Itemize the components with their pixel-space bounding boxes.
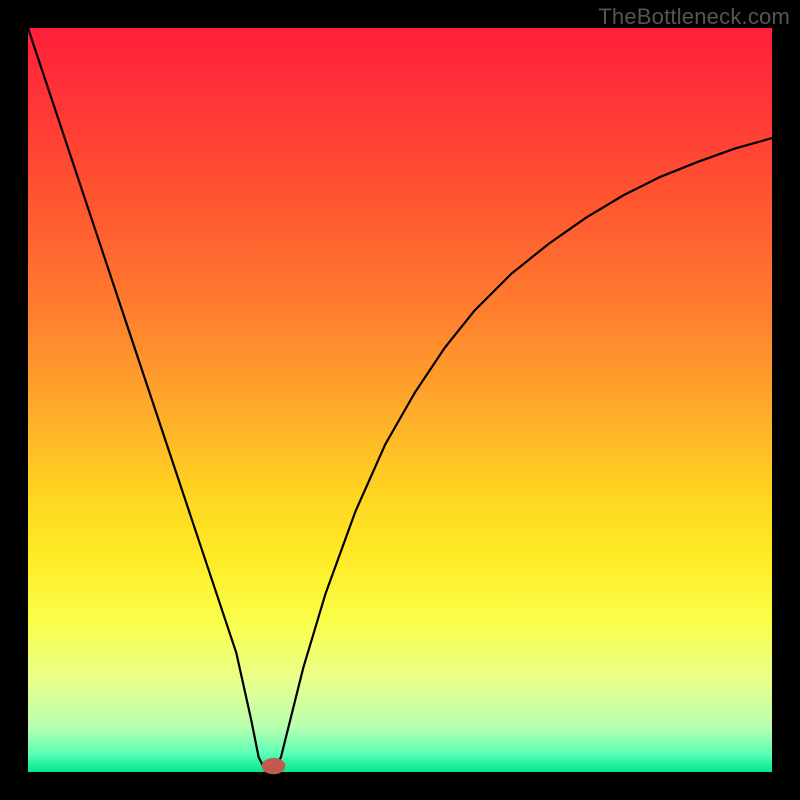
chart-frame: TheBottleneck.com <box>0 0 800 800</box>
optimal-point-marker <box>262 758 286 774</box>
bottleneck-chart <box>0 0 800 800</box>
watermark-label: TheBottleneck.com <box>598 4 790 30</box>
plot-background <box>28 28 772 772</box>
